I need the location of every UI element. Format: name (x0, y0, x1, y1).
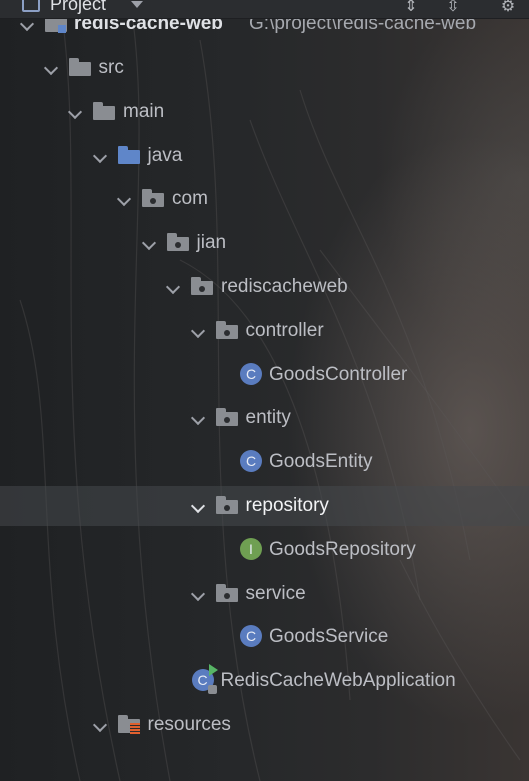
interface-icon: I (240, 537, 262, 560)
tree-node-label: GoodsEntity (269, 451, 373, 473)
chevron-down-icon[interactable] (67, 104, 83, 119)
chevron-down-icon[interactable] (116, 192, 132, 207)
tree-row-goodscontroller[interactable]: C GoodsController (0, 355, 529, 395)
project-toolwindow-header: Project ⇕ ⇳ ⚙ (0, 0, 529, 19)
chevron-down-icon[interactable] (190, 323, 205, 338)
tree-node-label: main (123, 100, 165, 122)
tree-row-rediscacheweb[interactable]: rediscacheweb (0, 267, 529, 307)
project-window-icon (22, 0, 40, 12)
resources-folder-icon (117, 714, 140, 734)
chevron-down-icon[interactable] (131, 1, 143, 8)
chevron-down-icon[interactable] (19, 17, 35, 32)
tree-row-goodsrepository[interactable]: I GoodsRepository (0, 530, 529, 570)
tree-node-label: entity (245, 407, 291, 429)
chevron-down-icon[interactable] (141, 236, 156, 251)
class-icon: C (240, 450, 262, 473)
package-icon (191, 276, 213, 295)
tree-node-label: jian (196, 232, 227, 254)
package-icon (166, 233, 189, 252)
gear-icon[interactable]: ⚙ (497, 0, 519, 16)
tree-node-label: src (98, 56, 124, 78)
package-icon (215, 495, 238, 514)
tree-node-label: com (172, 188, 208, 210)
source-root-folder-icon (117, 145, 140, 164)
panel-title[interactable]: Project (50, 0, 106, 15)
tree-row-service[interactable]: service (0, 574, 529, 614)
tree-node-label: GoodsController (269, 363, 408, 385)
folder-icon (93, 101, 115, 120)
class-icon: C (240, 362, 262, 385)
tree-node-label: service (245, 582, 306, 604)
tree-row-rediscachewebapplication[interactable]: C RedisCacheWebApplication (0, 661, 529, 701)
tree-node-label: java (147, 144, 183, 166)
tree-node-label: resources (147, 713, 231, 735)
expand-all-icon[interactable]: ⇕ (400, 0, 422, 16)
chevron-down-icon[interactable] (43, 60, 58, 75)
folder-icon (68, 57, 91, 76)
tree-node-label: controller (245, 319, 324, 341)
package-icon (215, 320, 238, 339)
spring-boot-application-icon: C (191, 664, 218, 695)
class-icon: C (240, 625, 262, 648)
tree-row-java[interactable]: java (0, 136, 529, 176)
chevron-down-icon[interactable] (190, 498, 205, 513)
tree-node-label: GoodsService (269, 626, 389, 648)
project-tree: redis-cache-web G:\project\redis-cache-we… (0, 0, 529, 781)
collapse-all-icon[interactable]: ⇳ (442, 0, 464, 16)
package-icon (142, 189, 164, 208)
tree-row-resources[interactable]: resources (0, 705, 529, 745)
chevron-down-icon[interactable] (190, 411, 205, 426)
chevron-down-icon[interactable] (92, 717, 107, 732)
tree-node-label: rediscacheweb (221, 275, 348, 297)
chevron-down-icon[interactable] (190, 586, 205, 601)
tree-node-label: repository (245, 494, 329, 516)
package-icon (215, 583, 238, 602)
tree-row-goodsentity[interactable]: C GoodsEntity (0, 442, 529, 482)
tree-row-controller[interactable]: controller (0, 311, 529, 351)
tree-node-label: RedisCacheWebApplication (220, 670, 456, 692)
tree-row-goodsservice[interactable]: C GoodsService (0, 617, 529, 657)
package-icon (215, 408, 238, 427)
tree-row-repository[interactable]: repository (0, 485, 529, 526)
tree-row-jian[interactable]: jian (0, 223, 529, 263)
chevron-down-icon[interactable] (165, 279, 181, 294)
tree-row-entity[interactable]: entity (0, 398, 529, 438)
tree-row-com[interactable]: com (0, 179, 529, 219)
chevron-down-icon[interactable] (92, 148, 107, 163)
tree-row-main[interactable]: main (0, 92, 529, 132)
tree-row-src[interactable]: src (0, 48, 529, 88)
tree-node-label: GoodsRepository (269, 538, 416, 560)
